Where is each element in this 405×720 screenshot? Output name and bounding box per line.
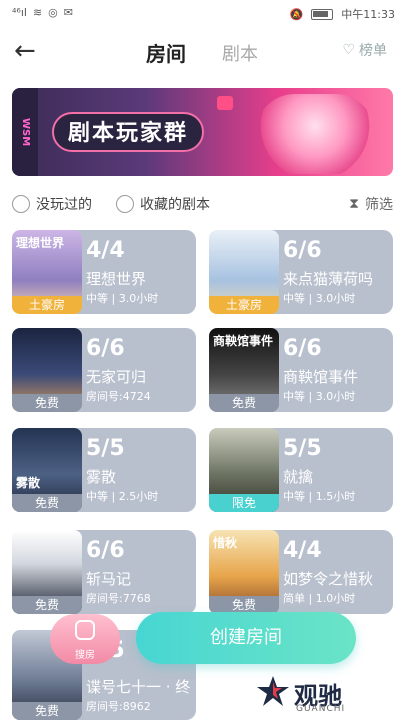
search-room-button[interactable]: 搜房 bbox=[50, 614, 120, 664]
room-name: 无家可归 bbox=[86, 368, 147, 386]
room-meta: 房间号:8962 bbox=[86, 700, 151, 713]
room-label: 土豪房 bbox=[209, 296, 279, 314]
watermark-logo: 观驰 GUANCHI bbox=[256, 672, 396, 718]
signal-icon: ⁴⁶ıl bbox=[12, 6, 27, 19]
room-label: 免费 bbox=[12, 702, 82, 720]
radio-icon bbox=[12, 195, 30, 213]
room-meta: 中等 | 3.0小时 bbox=[283, 292, 356, 305]
room-meta: 中等 | 2.5小时 bbox=[86, 490, 159, 503]
cover-title: 商鞅馆事件 bbox=[213, 334, 274, 348]
room-name: 如梦令之惜秋 bbox=[283, 570, 374, 588]
room-count: 6/6 bbox=[86, 538, 125, 563]
battery-icon bbox=[311, 8, 334, 20]
sift-button[interactable]: ⧗ 筛选 bbox=[349, 194, 393, 214]
room-count: 5/5 bbox=[86, 436, 125, 461]
banner-side-text: WSM bbox=[12, 88, 38, 176]
filter-bar: 没玩过的 收藏的剧本 ⧗ 筛选 bbox=[12, 194, 393, 216]
room-card[interactable]: 土豪房 6/6 来点猫薄荷吗 中等 | 3.0小时 bbox=[209, 230, 393, 314]
wifi-icon: ≋ bbox=[32, 6, 43, 19]
room-card[interactable]: 商鞅馆事件 免费 6/6 商鞅馆事件 中等 | 3.0小时 bbox=[209, 328, 393, 412]
star-logo-icon bbox=[257, 676, 289, 706]
filter-unplayed-label: 没玩过的 bbox=[36, 197, 92, 213]
search-house-icon bbox=[75, 620, 95, 640]
rank-label: 榜单 bbox=[359, 43, 387, 59]
bell-off-icon: 🔕 bbox=[289, 7, 304, 21]
filter-unplayed[interactable]: 没玩过的 bbox=[12, 194, 92, 214]
room-meta: 中等 | 1.5小时 bbox=[283, 490, 356, 503]
room-name: 商鞅馆事件 bbox=[283, 368, 359, 386]
heart-icon bbox=[217, 96, 233, 110]
room-count: 6/6 bbox=[283, 336, 322, 361]
room-name: 谍号七十一 · 终 bbox=[86, 678, 191, 696]
room-cover: 免费 bbox=[12, 530, 82, 614]
app-icon: ◎ bbox=[48, 6, 58, 19]
promo-banner[interactable]: WSM 剧本玩家群 bbox=[12, 88, 393, 176]
room-card[interactable]: 惜秋 免费 4/4 如梦令之惜秋 简单 | 1.0小时 bbox=[209, 530, 393, 614]
room-name: 就擒 bbox=[283, 468, 314, 486]
room-count: 4/4 bbox=[86, 238, 125, 263]
room-meta: 中等 | 3.0小时 bbox=[86, 292, 159, 305]
room-cover: 免费 bbox=[12, 328, 82, 412]
room-cover: 惜秋 免费 bbox=[209, 530, 279, 614]
room-cover: 理想世界 土豪房 bbox=[12, 230, 82, 314]
room-meta: 简单 | 1.0小时 bbox=[283, 592, 356, 605]
status-bar: ⁴⁶ıl ≋ ◎ ✉ 🔕 中午11:33 bbox=[0, 0, 405, 28]
tab-rooms[interactable]: 房间 bbox=[138, 38, 206, 67]
search-room-label: 搜房 bbox=[75, 650, 95, 661]
radio-icon bbox=[116, 195, 134, 213]
filter-favorites-label: 收藏的剧本 bbox=[140, 197, 210, 213]
room-label: 免费 bbox=[209, 394, 279, 412]
cover-title: 理想世界 bbox=[16, 236, 65, 250]
room-label: 限免 bbox=[209, 494, 279, 512]
mail-icon: ✉ bbox=[63, 6, 73, 19]
logo-subtext: GUANCHI bbox=[296, 704, 346, 714]
room-count: 6/6 bbox=[283, 238, 322, 263]
create-room-button[interactable]: 创建房间 bbox=[136, 612, 356, 664]
cover-title: 雾散 bbox=[16, 476, 41, 490]
tab-rooms-label: 房间 bbox=[146, 42, 186, 66]
rank-button[interactable]: ♡ 榜单 bbox=[342, 40, 387, 60]
room-meta: 房间号:7768 bbox=[86, 592, 151, 605]
room-name: 雾散 bbox=[86, 468, 117, 486]
room-label: 免费 bbox=[12, 494, 82, 512]
banner-title: 剧本玩家群 bbox=[52, 112, 205, 152]
room-cover: 雾散 免费 bbox=[12, 428, 82, 512]
room-card[interactable]: 免费 6/6 斩马记 房间号:7768 bbox=[12, 530, 196, 614]
room-label: 土豪房 bbox=[12, 296, 82, 314]
tab-scripts[interactable]: 剧本 bbox=[222, 40, 258, 66]
room-meta: 中等 | 3.0小时 bbox=[283, 390, 356, 403]
top-nav: ← 房间 剧本 ♡ 榜单 bbox=[0, 28, 405, 76]
room-name: 来点猫薄荷吗 bbox=[283, 270, 374, 288]
room-card[interactable]: 理想世界 土豪房 4/4 理想世界 中等 | 3.0小时 bbox=[12, 230, 196, 314]
room-meta: 房间号:4724 bbox=[86, 390, 151, 403]
room-label: 免费 bbox=[12, 596, 82, 614]
sift-label: 筛选 bbox=[365, 197, 393, 213]
room-card[interactable]: 限免 5/5 就擒 中等 | 1.5小时 bbox=[209, 428, 393, 512]
room-label: 免费 bbox=[12, 394, 82, 412]
banner-illustration bbox=[255, 94, 375, 174]
room-count: 6/6 bbox=[86, 336, 125, 361]
room-count: 5/5 bbox=[283, 436, 322, 461]
trophy-icon: ♡ bbox=[342, 42, 355, 58]
room-name: 理想世界 bbox=[86, 270, 147, 288]
room-card[interactable]: 雾散 免费 5/5 雾散 中等 | 2.5小时 bbox=[12, 428, 196, 512]
status-time: 中午11:33 bbox=[341, 8, 395, 21]
room-count: 4/4 bbox=[283, 538, 322, 563]
room-name: 斩马记 bbox=[86, 570, 132, 588]
back-arrow-icon[interactable]: ← bbox=[14, 36, 38, 66]
hourglass-icon: ⧗ bbox=[349, 196, 359, 212]
filter-favorites[interactable]: 收藏的剧本 bbox=[116, 194, 210, 214]
room-cover: 土豪房 bbox=[209, 230, 279, 314]
room-cover: 商鞅馆事件 免费 bbox=[209, 328, 279, 412]
room-cover: 限免 bbox=[209, 428, 279, 512]
cover-title: 惜秋 bbox=[213, 536, 238, 550]
room-card[interactable]: 免费 6/6 无家可归 房间号:4724 bbox=[12, 328, 196, 412]
